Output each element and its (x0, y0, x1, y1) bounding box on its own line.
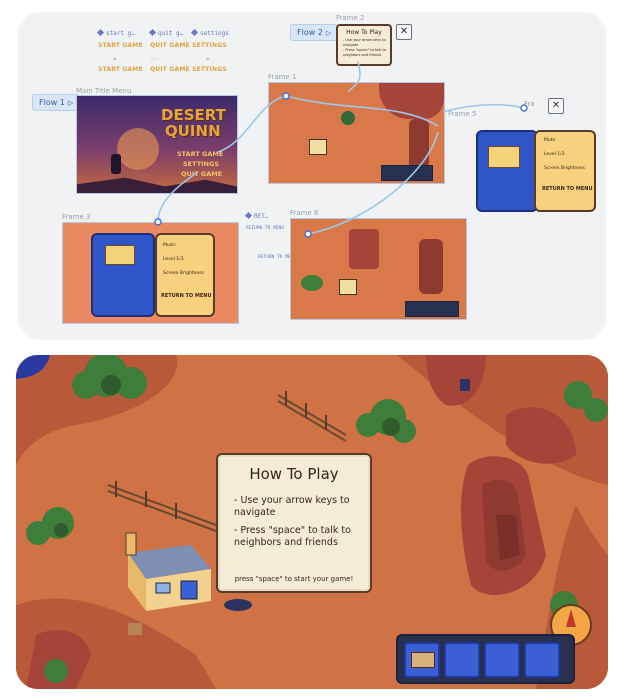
dialog-instruction-space: - Press "space" to talk to neighbors and… (234, 525, 351, 548)
dialog-title: How To Play (249, 465, 339, 483)
dialog-instruction-arrows: - Use your arrow keys to navigate (234, 495, 350, 518)
prototype-canvas: start g… quit g… settings START GAME QUI… (18, 12, 606, 340)
inventory-slot[interactable] (524, 642, 560, 678)
map-item-icon (411, 652, 435, 668)
how-to-play-dialog[interactable]: How To Play - Use your arrow keys to nav… (216, 453, 372, 593)
inventory-slot[interactable] (444, 642, 480, 678)
inventory-slot[interactable] (484, 642, 520, 678)
dialog-start-hint: press "space" to start your game! (234, 575, 354, 583)
game-screenshot: How To Play - Use your arrow keys to nav… (16, 355, 608, 689)
inventory-slot[interactable] (404, 642, 440, 678)
inventory-bar (396, 634, 575, 684)
prototype-connections (154, 61, 528, 238)
